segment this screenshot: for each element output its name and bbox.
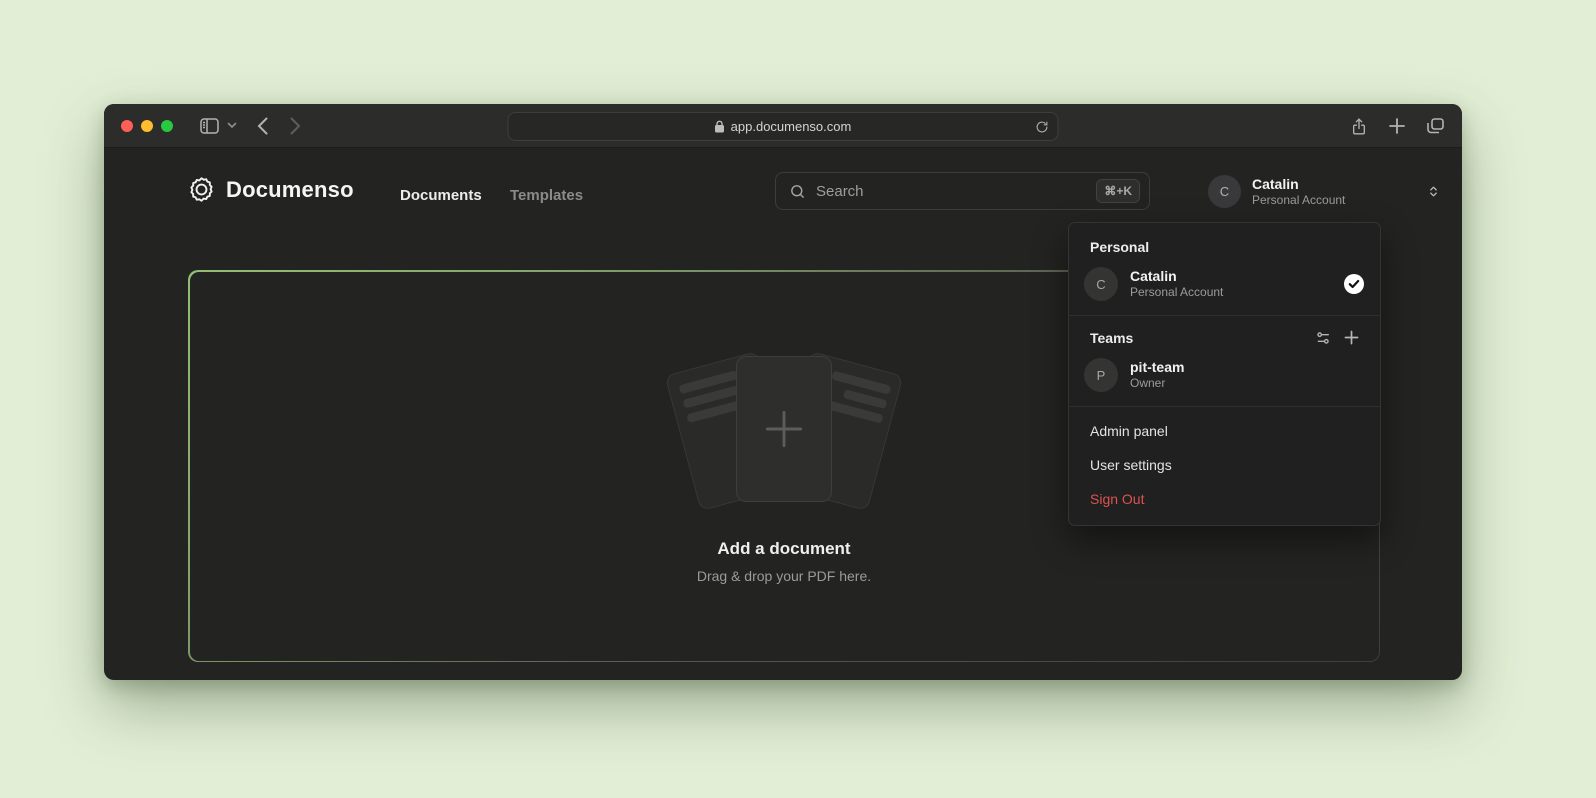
teams-section-label: Teams	[1090, 330, 1133, 346]
zoom-window-button[interactable]	[161, 120, 173, 132]
personal-account-subtitle: Personal Account	[1130, 285, 1344, 300]
close-window-button[interactable]	[121, 120, 133, 132]
url-text: app.documenso.com	[731, 119, 852, 134]
document-card-center	[736, 356, 832, 502]
menu-divider	[1069, 315, 1380, 316]
address-bar[interactable]: app.documenso.com	[508, 112, 1059, 141]
account-menu-button[interactable]: C Catalin Personal Account	[1208, 175, 1440, 208]
browser-toolbar: app.documenso.com	[104, 104, 1462, 148]
lock-icon	[715, 120, 725, 133]
avatar: C	[1208, 175, 1241, 208]
menu-item-sign-out[interactable]: Sign Out	[1069, 482, 1380, 516]
account-name: Catalin	[1252, 176, 1345, 193]
browser-window: app.documenso.com Documenso Do	[104, 104, 1462, 680]
team-name: pit-team	[1130, 359, 1365, 376]
search-shortcut-badge: ⌘+K	[1096, 179, 1140, 203]
desktop: { "browser": { "url": "app.documenso.com…	[0, 0, 1596, 798]
manage-teams-icon[interactable]	[1315, 330, 1331, 346]
window-controls	[121, 120, 173, 132]
account-subtitle: Personal Account	[1252, 193, 1345, 208]
menu-item-user-settings[interactable]: User settings	[1069, 448, 1380, 482]
account-dropdown-menu: Personal C Catalin Personal Account Team…	[1068, 222, 1381, 526]
personal-account-name: Catalin	[1130, 268, 1344, 285]
personal-section-label: Personal	[1090, 239, 1149, 255]
avatar: C	[1084, 267, 1118, 301]
share-icon[interactable]	[1351, 117, 1367, 136]
tab-templates[interactable]: Templates	[510, 187, 583, 204]
avatar: P	[1084, 358, 1118, 392]
tab-documents[interactable]: Documents	[400, 187, 482, 204]
back-button[interactable]	[257, 117, 268, 135]
add-team-icon[interactable]	[1344, 330, 1359, 346]
search-icon	[789, 183, 806, 200]
menu-item-admin-panel[interactable]: Admin panel	[1069, 414, 1380, 448]
documenso-logo-icon	[188, 176, 215, 203]
add-document-plus-icon	[759, 404, 809, 454]
new-tab-icon[interactable]	[1389, 118, 1405, 134]
team-item[interactable]: P pit-team Owner	[1069, 352, 1380, 399]
chevrons-up-down-icon	[1427, 184, 1440, 199]
brand[interactable]: Documenso	[188, 176, 354, 203]
dropzone-subtitle: Drag & drop your PDF here.	[697, 568, 871, 584]
forward-button[interactable]	[290, 117, 301, 135]
personal-account-item[interactable]: C Catalin Personal Account	[1069, 261, 1380, 308]
minimize-window-button[interactable]	[141, 120, 153, 132]
search-box: ⌘+K	[775, 172, 1150, 210]
document-stack-illustration	[679, 356, 889, 506]
dropzone-title: Add a document	[717, 539, 850, 559]
sidebar-toggle-icon[interactable]	[200, 118, 219, 134]
menu-divider	[1069, 406, 1380, 407]
toolbar-right-actions	[1351, 104, 1444, 148]
team-role: Owner	[1130, 376, 1365, 391]
sidebar-menu-chevron-icon[interactable]	[227, 122, 237, 129]
reload-icon[interactable]	[1036, 120, 1049, 134]
tab-overview-icon[interactable]	[1427, 118, 1444, 134]
brand-name: Documenso	[226, 177, 354, 203]
search-input[interactable]	[816, 183, 1096, 200]
selected-check-icon	[1344, 274, 1364, 294]
